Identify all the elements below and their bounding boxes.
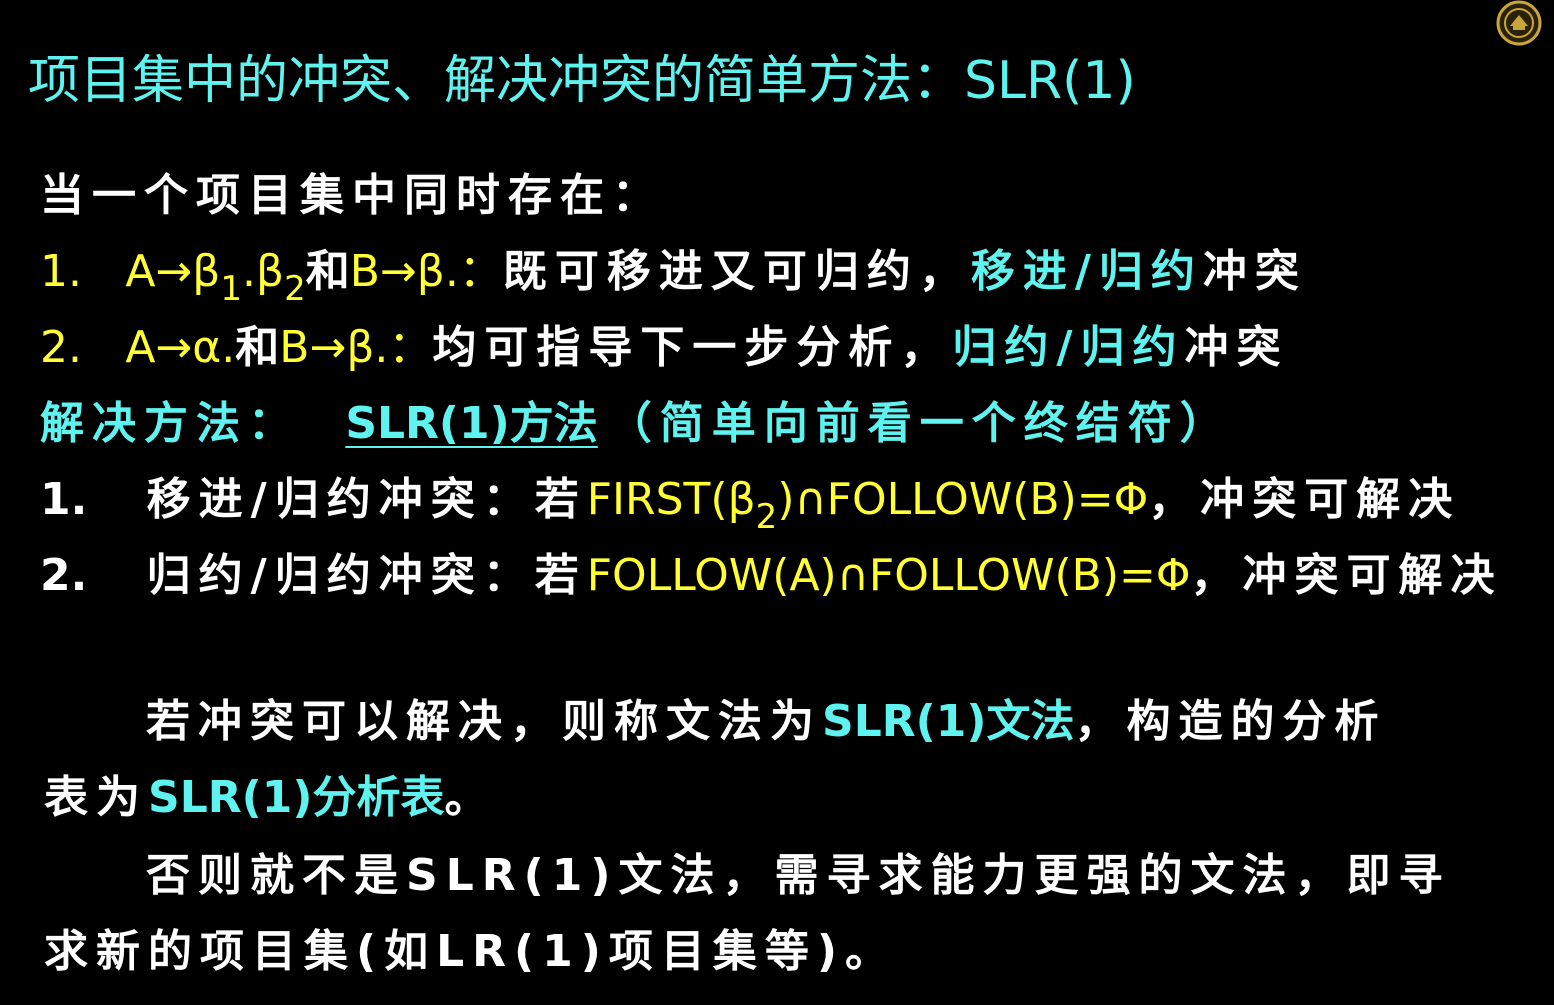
paragraph-2-line-1: 否则就不是SLR(1)文法，需寻求能力更强的文法，即寻 bbox=[146, 848, 1450, 904]
item1-sub-2: 2 bbox=[284, 269, 306, 309]
solution-note: （简单向前看一个终结符） bbox=[607, 398, 1232, 449]
item1-number: 1. bbox=[40, 246, 82, 297]
item1-formula-b: .β bbox=[242, 246, 285, 297]
rule1-formula-b: )∩FOLLOW(B)=Φ bbox=[777, 474, 1149, 525]
item2-number: 2. bbox=[40, 322, 82, 373]
item2-tail: 冲突 bbox=[1184, 322, 1289, 373]
item1-and: 和 bbox=[305, 246, 350, 297]
rule1-number: 1. bbox=[40, 474, 88, 525]
item1-tail: 冲突 bbox=[1202, 246, 1307, 297]
rule-1: 1. 移进/归约冲突：若FIRST(β2)∩FOLLOW(B)=Φ，冲突可解决 bbox=[40, 472, 1461, 537]
rule1-name: 移进/归约冲突：若 bbox=[146, 474, 587, 525]
conflict-item-1: 1. A→β1.β2和B→β.：既可移进又可归约，移进/归约冲突 bbox=[40, 244, 1307, 309]
rule2-tail: ，冲突可解决 bbox=[1190, 550, 1503, 601]
rule2-number: 2. bbox=[40, 550, 88, 601]
rule1-sub: 2 bbox=[755, 497, 778, 537]
para1-text-f: 。 bbox=[444, 772, 489, 823]
intro-line: 当一个项目集中同时存在： bbox=[40, 168, 664, 224]
para1-text-c: ，构造的分析 bbox=[1074, 696, 1387, 747]
para2-text-a: 否则就不是SLR(1)文法，需寻求能力更强的文法，即寻 bbox=[146, 850, 1451, 901]
para1-grammar-term: SLR(1)文法 bbox=[822, 696, 1075, 747]
item2-formula-b: B→β.： bbox=[279, 322, 433, 373]
item1-formula-c: B→β.： bbox=[349, 246, 503, 297]
intro-text: 当一个项目集中同时存在： bbox=[40, 170, 664, 221]
item2-desc: 均可指导下一步分析， bbox=[432, 322, 953, 373]
paragraph-1-line-1: 若冲突可以解决，则称文法为SLR(1)文法，构造的分析 bbox=[146, 694, 1386, 750]
solution-label: 解决方法： bbox=[40, 398, 300, 449]
paragraph-1-line-2: 表为SLR(1)分析表。 bbox=[44, 770, 488, 826]
para1-table-term: SLR(1)分析表 bbox=[148, 772, 445, 823]
para1-text-d: 表为 bbox=[44, 772, 148, 823]
item1-sub-1: 1 bbox=[220, 269, 242, 309]
solution-method: SLR(1)方法 bbox=[345, 398, 598, 449]
para2-text-b: 求新的项目集(如LR(1)项目集等)。 bbox=[44, 926, 897, 977]
item1-formula-a: A→β bbox=[125, 246, 221, 297]
slide-title: 项目集中的冲突、解决冲突的简单方法：SLR(1) bbox=[28, 51, 1136, 111]
rule-2: 2. 归约/归约冲突：若FOLLOW(A)∩FOLLOW(B)=Φ，冲突可解决 bbox=[40, 548, 1502, 604]
paragraph-2-line-2: 求新的项目集(如LR(1)项目集等)。 bbox=[44, 924, 897, 980]
item2-conflict-type: 归约/归约 bbox=[952, 322, 1185, 373]
rule2-formula: FOLLOW(A)∩FOLLOW(B)=Φ bbox=[586, 550, 1191, 601]
rule2-name: 归约/归约冲突：若 bbox=[146, 550, 587, 601]
university-seal-icon bbox=[1496, 0, 1542, 46]
conflict-item-2: 2. A→α.和B→β.：均可指导下一步分析，归约/归约冲突 bbox=[40, 320, 1288, 376]
item1-conflict-type: 移进/归约 bbox=[970, 246, 1203, 297]
rule1-tail: ，冲突可解决 bbox=[1148, 474, 1461, 525]
rule1-formula-a: FIRST(β bbox=[586, 474, 756, 525]
para1-text-a: 若冲突可以解决，则称文法为 bbox=[146, 696, 822, 747]
item2-and: 和 bbox=[235, 322, 280, 373]
solution-line: 解决方法： SLR(1)方法 （简单向前看一个终结符） bbox=[40, 396, 1232, 452]
item2-formula-a: A→α. bbox=[125, 322, 236, 373]
item1-desc: 既可移进又可归约， bbox=[502, 246, 971, 297]
